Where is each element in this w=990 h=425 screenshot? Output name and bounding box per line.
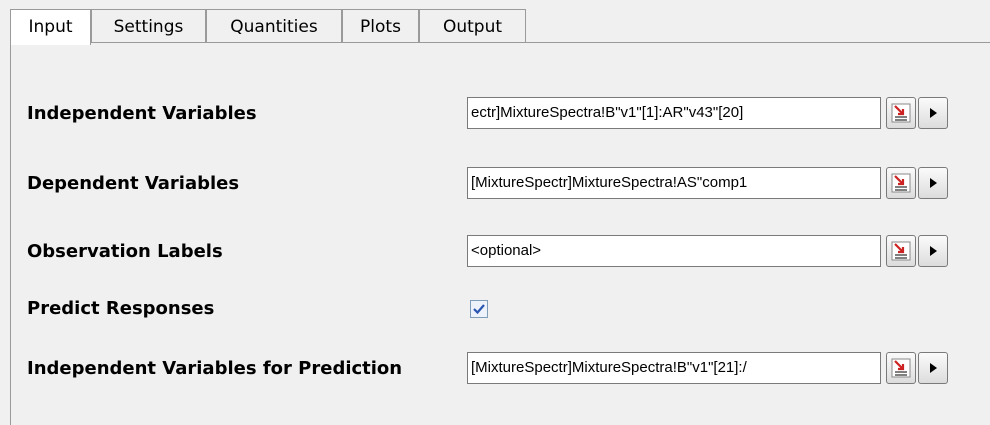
tab-output[interactable]: Output xyxy=(419,9,526,43)
prediction-variables-label: Independent Variables for Prediction xyxy=(27,358,403,379)
expand-button[interactable] xyxy=(918,352,948,384)
independent-variables-label: Independent Variables xyxy=(27,103,257,124)
range-picker-button[interactable] xyxy=(886,352,916,384)
range-picker-button[interactable] xyxy=(886,97,916,129)
checkmark-icon xyxy=(473,304,485,315)
triangle-right-icon xyxy=(930,108,937,118)
range-select-icon xyxy=(891,241,911,261)
prediction-variables-field[interactable]: [MixtureSpectr]MixtureSpectra!B"v1"[21]:… xyxy=(467,352,881,384)
observation-labels-label: Observation Labels xyxy=(27,241,223,262)
expand-button[interactable] xyxy=(918,235,948,267)
expand-button[interactable] xyxy=(918,167,948,199)
range-picker-button[interactable] xyxy=(886,235,916,267)
observation-labels-field[interactable]: <optional> xyxy=(467,235,881,267)
tab-input[interactable]: Input xyxy=(10,9,91,45)
tab-plots[interactable]: Plots xyxy=(342,9,419,43)
tab-quantities[interactable]: Quantities xyxy=(206,9,342,43)
predict-responses-label: Predict Responses xyxy=(27,298,215,319)
tab-settings[interactable]: Settings xyxy=(91,9,206,43)
range-select-icon xyxy=(891,173,911,193)
range-select-icon xyxy=(891,103,911,123)
triangle-right-icon xyxy=(930,363,937,373)
independent-variables-field[interactable]: ectr]MixtureSpectra!B"v1"[1]:AR"v43"[20] xyxy=(467,97,881,129)
range-picker-button[interactable] xyxy=(886,167,916,199)
expand-button[interactable] xyxy=(918,97,948,129)
triangle-right-icon xyxy=(930,246,937,256)
triangle-right-icon xyxy=(930,178,937,188)
range-select-icon xyxy=(891,358,911,378)
dependent-variables-label: Dependent Variables xyxy=(27,173,240,194)
dependent-variables-field[interactable]: [MixtureSpectr]MixtureSpectra!AS"comp1 xyxy=(467,167,881,199)
predict-responses-checkbox[interactable] xyxy=(470,300,488,318)
